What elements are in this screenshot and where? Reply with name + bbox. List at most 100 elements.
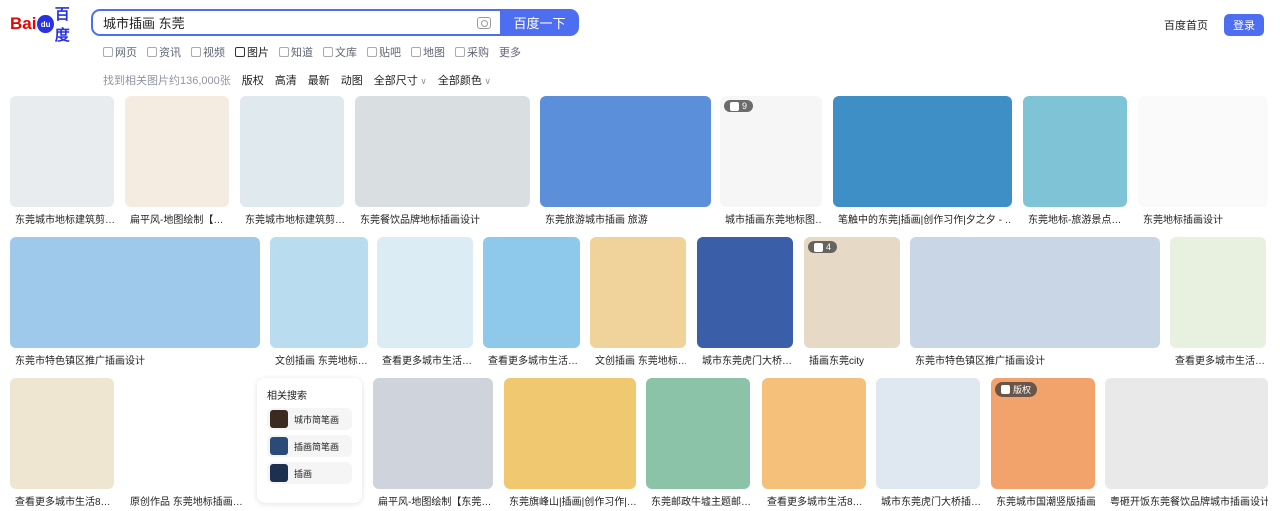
search-input[interactable]: 城市插画 东莞 xyxy=(91,9,501,36)
image-result-tile[interactable] xyxy=(876,378,980,489)
gallery-icon xyxy=(730,101,739,111)
image-caption[interactable]: 查看更多城市生活… xyxy=(488,352,580,367)
related-search-item[interactable]: 城市简笔画 xyxy=(267,408,352,430)
question-icon xyxy=(279,47,289,57)
image-result-tile[interactable] xyxy=(1105,378,1268,489)
image-result-tile[interactable] xyxy=(590,237,686,348)
image-caption[interactable]: 扁平风-地图绘制【东莞… xyxy=(378,493,493,508)
image-result-tile[interactable] xyxy=(762,378,866,489)
news-icon xyxy=(147,47,157,57)
image-result-tile[interactable] xyxy=(10,378,114,489)
tab-more[interactable]: 更多 xyxy=(499,44,521,60)
tab-video[interactable]: 视频 xyxy=(191,44,225,60)
image-result-tile[interactable] xyxy=(1138,96,1268,207)
image-result-tile[interactable] xyxy=(355,96,530,207)
image-result-tile[interactable] xyxy=(270,237,368,348)
image-result-tile[interactable] xyxy=(10,96,114,207)
image-caption[interactable]: 原创作品 东莞地标插画… xyxy=(130,493,246,508)
image-caption[interactable]: 城市东莞虎门大桥插… xyxy=(881,493,980,508)
logo-paw-icon: du xyxy=(37,15,54,33)
image-result-tile[interactable] xyxy=(483,237,580,348)
image-caption[interactable]: 东莞地标-旅游景点… xyxy=(1028,211,1127,226)
image-result-tile[interactable] xyxy=(697,237,793,348)
video-icon xyxy=(191,47,201,57)
image-caption[interactable]: 粤砸开饭东莞餐饮品牌城市插画设计 xyxy=(1110,493,1268,508)
image-result-tile[interactable] xyxy=(833,96,1012,207)
filter-color-dropdown[interactable]: 全部颜色 xyxy=(438,72,491,88)
related-search-item[interactable]: 插画 xyxy=(267,462,352,484)
image-caption[interactable]: 文创插画 东莞地标… xyxy=(275,352,368,367)
top-right-links: 百度首页 登录 xyxy=(1164,14,1264,36)
image-result-tile[interactable] xyxy=(910,237,1160,348)
forum-icon xyxy=(367,47,377,57)
search-icon xyxy=(103,47,113,57)
image-result-tile[interactable] xyxy=(1023,96,1127,207)
image-caption[interactable]: 东莞城市地标建筑剪… xyxy=(15,211,114,226)
filter-copyright[interactable]: 版权 xyxy=(242,72,264,88)
tab-news[interactable]: 资讯 xyxy=(147,44,181,60)
image-caption[interactable]: 东莞邮政牛墟主题邮… xyxy=(651,493,750,508)
related-search-item[interactable]: 插画简笔画 xyxy=(267,435,352,457)
camera-icon[interactable] xyxy=(477,16,491,29)
image-caption[interactable]: 东莞旅游城市插画 旅游 xyxy=(545,211,711,226)
result-count: 找到相关图片约136,000张 xyxy=(103,75,231,87)
shop-icon xyxy=(455,47,465,57)
image-caption[interactable]: 东莞市特色镇区推广插画设计 xyxy=(915,352,1160,367)
search-query-text: 城市插画 东莞 xyxy=(103,16,185,31)
tab-shop[interactable]: 采购 xyxy=(455,44,489,60)
image-caption[interactable]: 查看更多城市生活8… xyxy=(15,493,114,508)
image-caption[interactable]: 查看更多城市生活8… xyxy=(767,493,866,508)
baidu-logo[interactable]: Bai du 百度 xyxy=(10,6,82,44)
image-caption[interactable]: 城市东莞虎门大桥… xyxy=(702,352,793,367)
image-caption[interactable]: 城市插画东莞地标图… xyxy=(725,211,822,226)
filter-size-dropdown[interactable]: 全部尺寸 xyxy=(374,72,427,88)
image-caption[interactable]: 文创插画 东莞地标… xyxy=(595,352,686,367)
image-caption[interactable]: 东莞地标插画设计 xyxy=(1143,211,1268,226)
related-searches-card: 相关搜索 城市简笔画 插画简笔画 插画 xyxy=(257,378,362,503)
image-result-tile[interactable] xyxy=(125,96,229,207)
image-result-tile[interactable] xyxy=(10,237,260,348)
image-caption[interactable]: 查看更多城市生活… xyxy=(1175,352,1266,367)
image-caption[interactable]: 插画东莞city xyxy=(809,352,900,367)
tab-image[interactable]: 图片 xyxy=(235,44,269,60)
image-result-tile[interactable]: 版权 xyxy=(991,378,1095,489)
image-result-tile[interactable]: 9 xyxy=(720,96,822,207)
image-result-tile[interactable] xyxy=(540,96,711,207)
image-badge: 4 xyxy=(808,241,838,253)
image-result-tile[interactable] xyxy=(125,378,246,489)
image-caption[interactable]: 笔触中的东莞|插画|创作习作|夕之夕 - … xyxy=(838,211,1012,226)
tab-wenku[interactable]: 文库 xyxy=(323,44,357,60)
filter-bar: 找到相关图片约136,000张 版权 高清 最新 动图 全部尺寸 全部颜色 xyxy=(103,72,491,88)
tab-map[interactable]: 地图 xyxy=(411,44,445,60)
image-caption[interactable]: 扁平风-地图绘制【… xyxy=(130,211,229,226)
image-icon xyxy=(235,47,245,57)
filter-hd[interactable]: 高清 xyxy=(275,72,297,88)
image-result-tile[interactable]: 4 xyxy=(804,237,900,348)
image-caption[interactable]: 查看更多城市生活… xyxy=(382,352,473,367)
image-result-tile[interactable] xyxy=(373,378,493,489)
image-result-tile[interactable] xyxy=(1170,237,1266,348)
image-result-tile[interactable] xyxy=(504,378,636,489)
image-result-tile[interactable] xyxy=(646,378,750,489)
image-caption[interactable]: 东莞城市国潮竖版插画 xyxy=(996,493,1095,508)
filter-latest[interactable]: 最新 xyxy=(308,72,330,88)
tab-tieba[interactable]: 贴吧 xyxy=(367,44,401,60)
map-icon xyxy=(411,47,421,57)
search-button[interactable]: 百度一下 xyxy=(500,9,579,36)
image-caption[interactable]: 东莞市特色镇区推广插画设计 xyxy=(15,352,260,367)
image-result-tile[interactable] xyxy=(240,96,344,207)
related-thumb-image xyxy=(270,437,288,455)
image-caption[interactable]: 东莞城市地标建筑剪… xyxy=(245,211,344,226)
related-thumb-image xyxy=(270,464,288,482)
image-caption[interactable]: 东莞旗峰山|插画|创作习作|… xyxy=(509,493,636,508)
filter-animated[interactable]: 动图 xyxy=(341,72,363,88)
gallery-icon xyxy=(814,242,823,252)
login-button[interactable]: 登录 xyxy=(1224,14,1264,36)
image-result-tile[interactable] xyxy=(377,237,473,348)
related-searches-title: 相关搜索 xyxy=(267,391,307,402)
related-thumb-image xyxy=(270,410,288,428)
tab-web[interactable]: 网页 xyxy=(103,44,137,60)
home-link[interactable]: 百度首页 xyxy=(1164,17,1208,33)
tab-zhidao[interactable]: 知道 xyxy=(279,44,313,60)
image-caption[interactable]: 东莞餐饮品牌地标插画设计 xyxy=(360,211,530,226)
